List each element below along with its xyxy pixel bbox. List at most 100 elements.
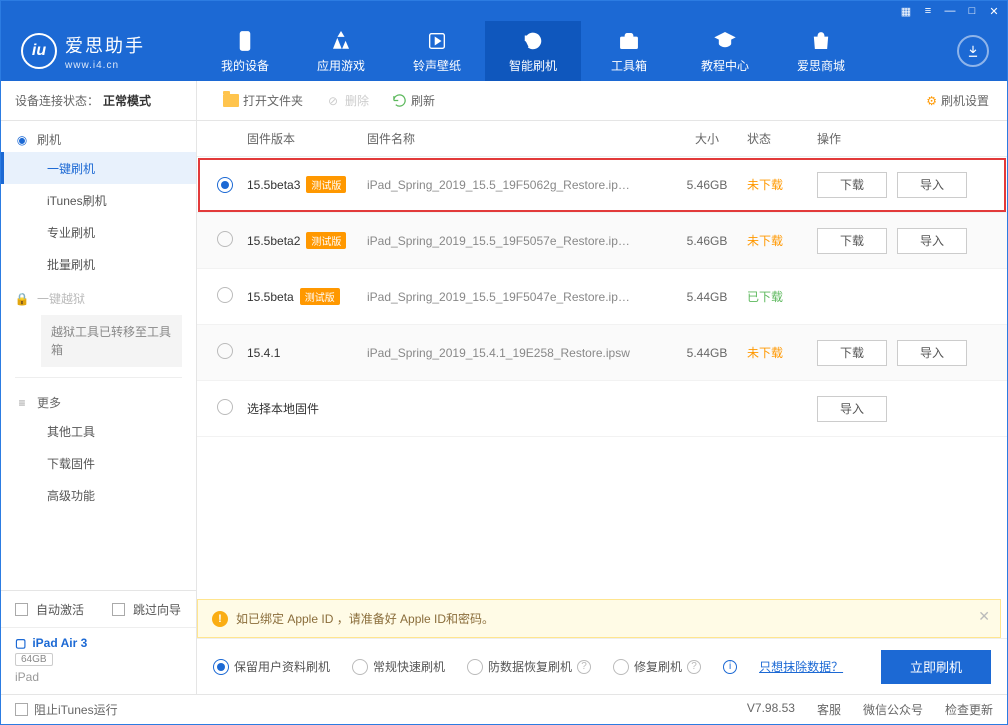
firmware-version: 选择本地固件 xyxy=(247,402,319,416)
col-version: 固件版本 xyxy=(247,130,367,147)
flash-option-2[interactable]: 防数据恢复刷机? xyxy=(467,658,591,675)
firmware-size: 5.46GB xyxy=(667,234,747,248)
more-icon: ≡ xyxy=(15,396,29,410)
skip-guide-checkbox[interactable] xyxy=(112,603,125,616)
option-radio[interactable] xyxy=(352,659,368,675)
wechat-link[interactable]: 微信公众号 xyxy=(863,701,923,718)
firmware-version: 15.5beta3 xyxy=(247,178,300,192)
beta-badge: 测试版 xyxy=(300,288,340,305)
col-size: 大小 xyxy=(667,130,747,147)
row-action-button[interactable]: 下载 xyxy=(817,228,887,254)
sidebar-item-more-2[interactable]: 高级功能 xyxy=(1,479,196,511)
top-nav: 我的设备应用游戏铃声壁纸智能刷机工具箱教程中心爱思商城 xyxy=(197,21,957,81)
firmware-row[interactable]: 选择本地固件 导入 xyxy=(197,381,1007,437)
row-action-button[interactable]: 下载 xyxy=(817,172,887,198)
row-action-button[interactable]: 导入 xyxy=(817,396,887,422)
customer-service-link[interactable]: 客服 xyxy=(817,701,841,718)
minimize-icon[interactable]: — xyxy=(943,4,957,18)
nav-toolbox[interactable]: 工具箱 xyxy=(581,21,677,81)
jailbreak-note: 越狱工具已转移至工具箱 xyxy=(41,315,182,367)
tutorial-icon xyxy=(713,29,737,53)
firmware-filename: iPad_Spring_2019_15.4.1_19E258_Restore.i… xyxy=(367,346,667,360)
refresh-button[interactable]: 刷新 xyxy=(383,92,443,109)
nav-device[interactable]: 我的设备 xyxy=(197,21,293,81)
nav-ringtone[interactable]: 铃声壁纸 xyxy=(389,21,485,81)
firmware-row[interactable]: 15.5beta3测试版iPad_Spring_2019_15.5_19F506… xyxy=(197,157,1007,213)
row-action-button[interactable]: 导入 xyxy=(897,172,967,198)
option-radio[interactable] xyxy=(467,659,483,675)
row-radio[interactable] xyxy=(217,343,233,359)
row-action-button[interactable]: 下载 xyxy=(817,340,887,366)
flash-action-bar: 保留用户资料刷机 常规快速刷机 防数据恢复刷机? 修复刷机? i 只想抹除数据？ 立即… xyxy=(197,638,1007,694)
option-radio[interactable] xyxy=(613,659,629,675)
app-title: 爱思助手 xyxy=(65,32,145,58)
download-manager-button[interactable] xyxy=(957,35,989,67)
mall-icon xyxy=(809,29,833,53)
connection-status: 设备连接状态： 正常模式 xyxy=(1,81,197,121)
sidebar-group-jailbreak: 🔒 一键越狱 xyxy=(1,280,196,311)
firmware-row[interactable]: 15.4.1iPad_Spring_2019_15.4.1_19E258_Res… xyxy=(197,325,1007,381)
nav-mall[interactable]: 爱思商城 xyxy=(773,21,869,81)
warning-close-button[interactable]: ✕ xyxy=(978,608,990,625)
open-folder-button[interactable]: 打开文件夹 xyxy=(215,92,311,109)
app-logo: iu 爱思助手 www.i4.cn xyxy=(1,21,197,81)
folder-icon xyxy=(223,94,239,107)
flash-option-1[interactable]: 常规快速刷机 xyxy=(352,658,445,675)
beta-badge: 测试版 xyxy=(306,232,346,249)
help-icon[interactable]: ? xyxy=(577,660,591,674)
firmware-status: 已下载 xyxy=(747,288,817,305)
firmware-row[interactable]: 15.5beta测试版iPad_Spring_2019_15.5_19F5047… xyxy=(197,269,1007,325)
nav-tutorial[interactable]: 教程中心 xyxy=(677,21,773,81)
erase-data-link[interactable]: 只想抹除数据？ xyxy=(759,658,843,675)
row-radio[interactable] xyxy=(217,399,233,415)
titlebar-grid-icon[interactable]: ▦ xyxy=(899,4,913,18)
block-itunes-label: 阻止iTunes运行 xyxy=(34,701,118,718)
firmware-ops: 下载导入 xyxy=(817,340,987,366)
window-titlebar: ▦ ≡ — □ ✕ xyxy=(1,1,1007,21)
check-update-link[interactable]: 检查更新 xyxy=(945,701,993,718)
device-name: iPad Air 3 xyxy=(32,636,87,650)
info-icon[interactable]: i xyxy=(723,660,737,674)
row-radio[interactable] xyxy=(217,177,233,193)
sidebar-item-flash-3[interactable]: 批量刷机 xyxy=(1,248,196,280)
device-icon xyxy=(233,29,257,53)
option-radio[interactable] xyxy=(213,659,229,675)
sidebar-item-more-1[interactable]: 下载固件 xyxy=(1,447,196,479)
ringtone-icon xyxy=(425,29,449,53)
flash-option-3[interactable]: 修复刷机? xyxy=(613,658,701,675)
help-icon[interactable]: ? xyxy=(687,660,701,674)
maximize-icon[interactable]: □ xyxy=(965,4,979,18)
row-action-button[interactable]: 导入 xyxy=(897,340,967,366)
close-icon[interactable]: ✕ xyxy=(987,4,1001,18)
row-radio[interactable] xyxy=(217,231,233,247)
titlebar-list-icon[interactable]: ≡ xyxy=(921,4,935,18)
firmware-filename: iPad_Spring_2019_15.5_19F5057e_Restore.i… xyxy=(367,234,667,248)
firmware-panel: 固件版本 固件名称 大小 状态 操作 15.5beta3测试版iPad_Spri… xyxy=(197,121,1007,694)
auto-activate-checkbox[interactable] xyxy=(15,603,28,616)
sidebar-item-more-0[interactable]: 其他工具 xyxy=(1,415,196,447)
beta-badge: 测试版 xyxy=(306,176,346,193)
flash-now-button[interactable]: 立即刷机 xyxy=(881,650,991,684)
content-toolbar: 打开文件夹 ⊘ 删除 刷新 ⚙ 刷机设置 xyxy=(197,81,1007,121)
sidebar-item-flash-1[interactable]: iTunes刷机 xyxy=(1,184,196,216)
apps-icon xyxy=(329,29,353,53)
sidebar-item-flash-2[interactable]: 专业刷机 xyxy=(1,216,196,248)
nav-flash[interactable]: 智能刷机 xyxy=(485,21,581,81)
firmware-status: 未下载 xyxy=(747,176,817,193)
sidebar-group-flash[interactable]: ◉ 刷机 xyxy=(1,121,196,152)
firmware-ops: 下载导入 xyxy=(817,228,987,254)
block-itunes-checkbox[interactable] xyxy=(15,703,28,716)
sidebar-group-more[interactable]: ≡ 更多 xyxy=(1,384,196,415)
nav-apps[interactable]: 应用游戏 xyxy=(293,21,389,81)
flash-icon: ◉ xyxy=(15,133,29,147)
row-radio[interactable] xyxy=(217,287,233,303)
row-action-button[interactable]: 导入 xyxy=(897,228,967,254)
device-info[interactable]: ▢ iPad Air 3 64GB iPad xyxy=(1,627,196,694)
flash-settings-button[interactable]: ⚙ 刷机设置 xyxy=(926,92,989,109)
sidebar-item-flash-0[interactable]: 一键刷机 xyxy=(1,152,196,184)
app-subtitle: www.i4.cn xyxy=(65,60,145,71)
firmware-row[interactable]: 15.5beta2测试版iPad_Spring_2019_15.5_19F505… xyxy=(197,213,1007,269)
flash-option-0[interactable]: 保留用户资料刷机 xyxy=(213,658,330,675)
sidebar-separator xyxy=(15,377,182,378)
lock-icon: 🔒 xyxy=(15,292,29,306)
